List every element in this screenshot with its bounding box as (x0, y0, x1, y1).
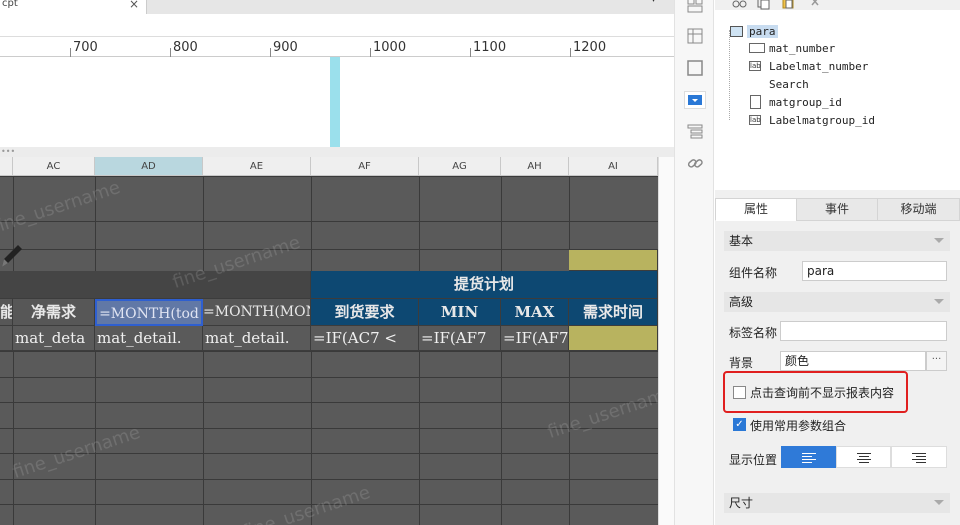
label-icon: lab (749, 61, 761, 71)
canvas-boundary-marker (330, 57, 340, 147)
delete-icon[interactable] (811, 0, 819, 6)
display-position-label: 显示位置 (729, 453, 778, 467)
tab-properties[interactable]: 属性 (715, 198, 797, 221)
tree-item-labelmatgroup-id[interactable]: Labelmatgroup_id (769, 114, 875, 127)
selected-header-cell[interactable]: =MONTH(tod (95, 299, 203, 326)
horizontal-ruler: 700 800 900 1000 1100 1200 (0, 36, 674, 58)
ruler-label: 900 (273, 40, 298, 55)
column-header-af[interactable]: AF (311, 157, 419, 176)
ruler-label: 1000 (373, 40, 407, 55)
header-cell[interactable]: 到货要求 (311, 299, 419, 326)
tab-events[interactable]: 事件 (796, 198, 878, 221)
form-icon (730, 26, 743, 37)
use-common-params-checkbox[interactable]: ✓ (733, 418, 746, 431)
tree-item-mat-number[interactable]: mat_number (769, 42, 835, 55)
center-align-icon[interactable] (836, 446, 891, 468)
layout-icon[interactable] (686, 0, 704, 14)
tree-item-para[interactable]: para (747, 25, 778, 38)
report-grid[interactable]: AC AD AE AF AG AH AI 提货计划 能 净需求 =MONTH(t… (0, 157, 658, 525)
tab-mobile[interactable]: 移动端 (877, 198, 960, 221)
column-header[interactable] (0, 157, 13, 176)
formula-cell[interactable]: =IF(AC7 < (311, 326, 419, 351)
formula-cell[interactable]: =IF(AF7 (501, 326, 569, 351)
column-header-ai[interactable]: AI (569, 157, 658, 176)
tree-item-matgroup-id[interactable]: matgroup_id (769, 96, 842, 109)
splitter-grip[interactable]: ••• (0, 147, 674, 157)
close-icon[interactable]: × (129, 0, 139, 11)
report-icon[interactable] (686, 27, 704, 45)
combo-icon (750, 95, 761, 109)
tree-item-search[interactable]: Search (769, 78, 809, 91)
ruler-label: 700 (73, 40, 98, 55)
section-basic[interactable]: 基本 (724, 231, 950, 251)
tree-toolbar (732, 0, 819, 10)
section-advanced-title: 高级 (729, 295, 754, 309)
link-icon[interactable] (686, 154, 704, 172)
tag-name-label: 标签名称 (729, 326, 778, 340)
document-tab-title: cpt (2, 0, 18, 9)
chevron-down-icon (934, 238, 944, 243)
dark-header-cell[interactable] (0, 271, 311, 299)
chevron-down-icon (934, 299, 944, 304)
right-align-icon[interactable] (891, 446, 947, 468)
formula-cell[interactable]: mat_deta (13, 326, 95, 351)
list-icon[interactable] (686, 122, 704, 140)
formula-cell[interactable] (0, 326, 13, 351)
pencil-icon (2, 245, 22, 267)
paste-icon[interactable] (782, 0, 794, 9)
chevron-down-icon (934, 500, 944, 505)
component-name-label: 组件名称 (729, 266, 778, 280)
label-icon: lab (749, 115, 761, 125)
background-more-button[interactable]: ··· (926, 351, 947, 371)
header-cell[interactable]: 能 (0, 299, 13, 326)
highlight-box (723, 371, 908, 413)
formula-cell[interactable]: mat_detail. (95, 326, 203, 351)
copy-icon[interactable] (757, 0, 770, 10)
use-common-params-label: 使用常用参数组合 (750, 419, 847, 433)
header-cell[interactable]: =MONTH(MON (203, 299, 311, 326)
merged-header-cell[interactable]: 提货计划 (311, 271, 658, 299)
document-tab[interactable]: cpt (0, 0, 147, 14)
section-advanced[interactable]: 高级 (724, 292, 950, 312)
column-header-ae[interactable]: AE (203, 157, 311, 176)
header-cell[interactable]: MIN (419, 299, 501, 326)
cut-icon[interactable] (732, 0, 747, 8)
tag-name-input[interactable] (780, 321, 947, 341)
header-cell[interactable]: 净需求 (13, 299, 95, 326)
column-header-ac[interactable]: AC (13, 157, 95, 176)
component-name-input[interactable]: para (802, 261, 947, 281)
highlighted-cell[interactable] (569, 250, 658, 271)
ruler-label: 1200 (573, 40, 607, 55)
formula-cell[interactable]: =IF(AF7 (419, 326, 501, 351)
widget-toolbar (674, 0, 714, 525)
section-size[interactable]: 尺寸 (724, 493, 950, 513)
column-header-ag[interactable]: AG (419, 157, 501, 176)
watermark: fine_username (0, 176, 123, 239)
dropdown-icon[interactable] (684, 91, 706, 109)
widget-tree: para mat_number lab Labelmat_number Sear… (715, 10, 960, 190)
ruler-label: 1100 (473, 40, 507, 55)
watermark: fine_username (545, 381, 658, 444)
formula-cell[interactable] (569, 326, 658, 351)
frame-icon[interactable] (686, 59, 704, 77)
header-cell[interactable]: MAX (501, 299, 569, 326)
column-header-ah[interactable]: AH (501, 157, 569, 176)
left-align-icon[interactable] (781, 446, 836, 468)
background-label: 背景 (729, 356, 754, 370)
background-field[interactable]: 颜色 (780, 351, 926, 371)
tab-menu-icon[interactable]: ▾ (651, 0, 656, 5)
section-size-title: 尺寸 (729, 496, 754, 510)
textfield-icon (749, 43, 765, 53)
column-header-ad[interactable]: AD (95, 157, 203, 176)
header-cell[interactable]: 需求时间 (569, 299, 658, 326)
ruler-label: 800 (173, 40, 198, 55)
formula-cell[interactable]: mat_detail. (203, 326, 311, 351)
tree-item-labelmat-number[interactable]: Labelmat_number (769, 60, 868, 73)
section-basic-title: 基本 (729, 234, 754, 248)
vertical-scrollbar[interactable] (658, 157, 674, 525)
